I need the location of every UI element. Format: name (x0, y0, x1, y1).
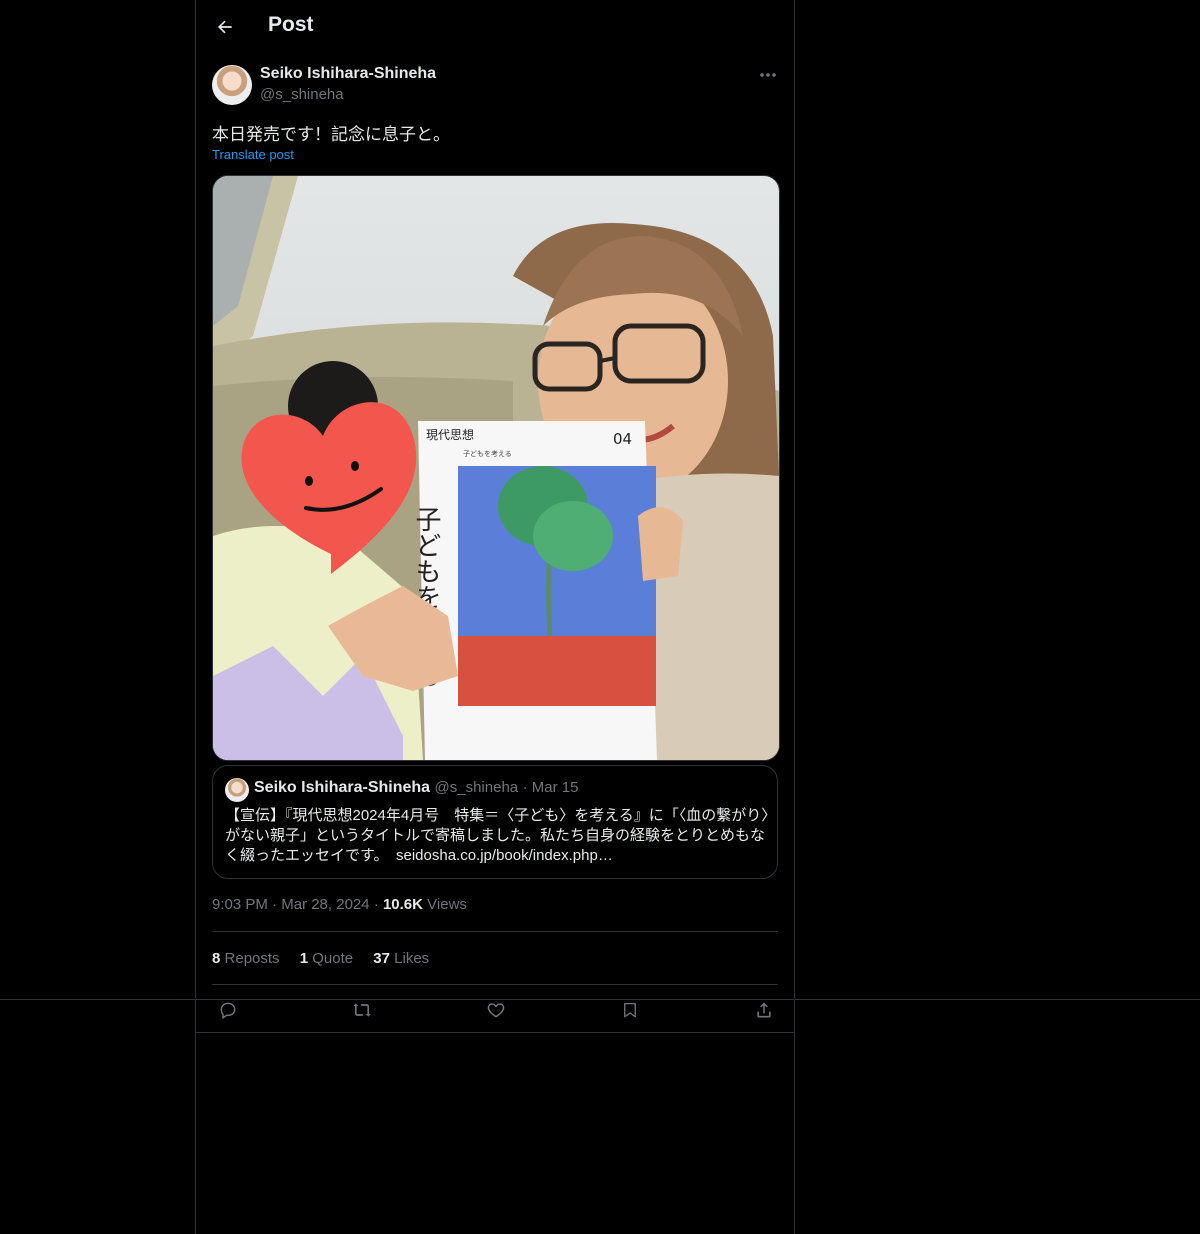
page-title: Post (268, 13, 314, 36)
reposts-label: Reposts (224, 950, 280, 967)
repost-button[interactable] (350, 998, 374, 1022)
top-bar: Post (196, 0, 794, 54)
quotes-label: Quote (312, 950, 354, 967)
quoted-handle: @s_shineha (434, 779, 519, 796)
book-title-small: 現代思想 (426, 427, 474, 442)
more-horizontal-icon (760, 73, 776, 77)
share-button[interactable] (752, 998, 776, 1022)
post-time[interactable]: 9:03 PM (212, 896, 268, 913)
avatar[interactable] (212, 65, 252, 105)
likes-label: Likes (394, 950, 430, 967)
translate-post-link[interactable]: Translate post (212, 147, 294, 162)
views-label: Views (427, 896, 467, 913)
divider (196, 1032, 794, 1033)
views-count: 10.6K (382, 896, 423, 913)
reposts-count: 8 (212, 950, 221, 967)
reply-button[interactable] (216, 998, 240, 1022)
like-button[interactable] (484, 998, 508, 1022)
back-button[interactable] (212, 14, 238, 40)
arrow-left-icon (218, 20, 232, 34)
more-options-button[interactable] (757, 62, 779, 88)
divider (212, 931, 778, 932)
reply-icon (220, 1002, 236, 1019)
bookmark-icon (624, 1002, 636, 1018)
share-icon (757, 1002, 771, 1018)
quoted-dot: · (522, 779, 532, 796)
heart-icon (487, 1003, 505, 1018)
quoted-text: 【宣伝】『現代思想2024年4月号 特集＝〈子ども〉を考える』に「〈血の繋がり〉… (225, 807, 769, 864)
quoted-header: Seiko Ishihara-Shineha @s_shineha · Mar … (254, 779, 578, 797)
main-column: Post Seiko Ishihara-Shineha @s_shineha 本… (195, 0, 795, 1234)
quoted-post[interactable]: Seiko Ishihara-Shineha @s_shineha · Mar … (212, 765, 778, 879)
photo-illustration: 現代思想 04 子どもを考える 子どもを考える (213, 176, 779, 760)
likes-count: 37 (373, 950, 390, 967)
author-display-name[interactable]: Seiko Ishihara-Shineha (260, 65, 436, 83)
quoted-avatar (225, 778, 249, 802)
meta-dot: · (272, 896, 282, 913)
post-date[interactable]: Mar 28, 2024 (281, 896, 369, 913)
quoted-display-name: Seiko Ishihara-Shineha (254, 779, 431, 796)
quotes-count: 1 (299, 950, 309, 967)
repost-icon (353, 1003, 371, 1017)
book-subtitle: 子どもを考える (463, 450, 512, 458)
author-handle[interactable]: @s_shineha (260, 86, 344, 103)
quoted-date: Mar 15 (531, 779, 579, 796)
bookmark-button[interactable] (618, 998, 642, 1022)
engagement-stats: 8 Reposts 1 Quote 37 Likes (212, 950, 445, 967)
likes-stat[interactable]: 37 Likes (373, 950, 429, 967)
meta-dot: · (373, 896, 383, 913)
divider (212, 984, 778, 985)
post-text: 本日発売です！記念に息子と。 (212, 125, 450, 144)
post-metadata: 9:03 PM · Mar 28, 2024 · 10.6K Views (212, 896, 467, 913)
post-image[interactable]: 現代思想 04 子どもを考える 子どもを考える (212, 175, 780, 761)
quotes-stat[interactable]: 1 Quote (300, 950, 353, 967)
reposts-stat[interactable]: 8 Reposts (212, 950, 280, 967)
book-issue: 04 (613, 430, 632, 448)
